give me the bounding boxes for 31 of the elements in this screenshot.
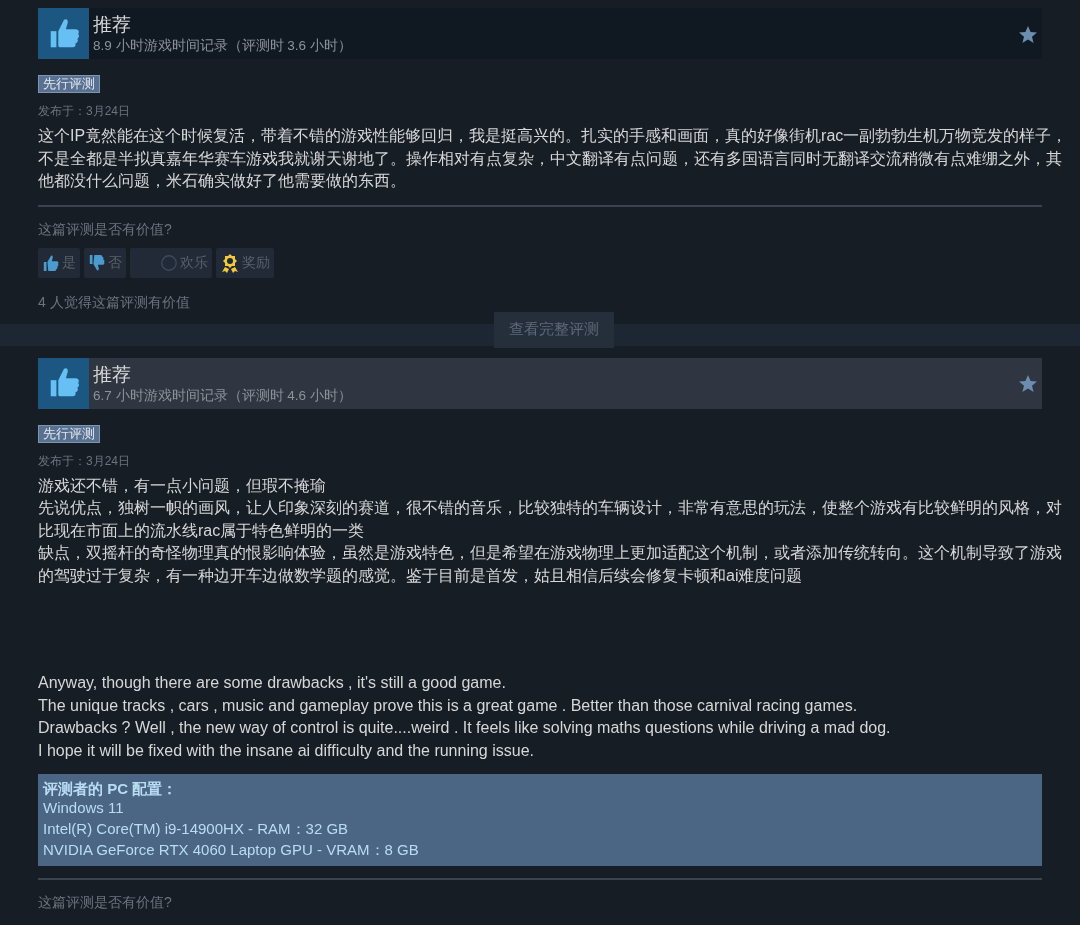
helpful-count: 4 人觉得这篇评测有价值 [38, 292, 191, 312]
thumbs-down-icon [88, 253, 106, 272]
playtime-text: 6.7 小时游戏时间记录（评测时 4.6 小时） [93, 386, 353, 404]
review-paragraph: The unique tracks , cars , music and gameplay prove this is a great game . Better than those carnival racing games. [38, 695, 859, 716]
review-paragraph: 这个IP竟然能在这个时候复活，带着不错的游戏性能够回归，我是挺高兴的。扎实的手感和画面，真的好像街机rac一副勃勃生机万物竞发的样子，不是全都是半拟真嘉年华赛车游戏我就谢天谢地了。操作相对有点复杂，中文翻译有点问题，还有多国语言同时无翻译交流稍微有点难绷之外，其他都没什么问题，米石确实做好了他需要做的东西。 [38, 126, 1068, 191]
early-access-tag: 先行评测 [38, 424, 100, 443]
specs-line: Intel(R) Core(TM) i9-14900HX - RAM：32 GB [43, 819, 350, 839]
thumbs-up-icon [38, 8, 89, 59]
star-icon[interactable] [1018, 374, 1038, 394]
early-access-tag: 先行评测 [38, 75, 100, 93]
post-date: 发布于：3月24日 [38, 452, 132, 469]
specs-line: Windows 11 [43, 798, 125, 818]
specs-title: 评测者的 PC 配置： [43, 780, 179, 797]
verdict-title: 推荐 [93, 362, 132, 387]
specs-line: NVIDIA GeForce RTX 4060 Laptop GPU - VRAM：8 GB [43, 840, 420, 860]
award-icon [220, 252, 240, 273]
review-paragraph: Anyway, though there are some drawbacks , it's still a good game. [38, 673, 507, 693]
star-icon[interactable] [1018, 24, 1038, 45]
verdict-title: 推荐 [93, 13, 132, 37]
thumbs-up-icon [38, 357, 89, 409]
review-paragraph: 先说优点，独树一帜的画风，让人印象深刻的赛道，很不错的音乐，比较独特的车辆设计，非常有意思的玩法，使整个游戏有比较鲜明的风格，对比现在市面上的流水线rac属于特色鲜明的一类 [38, 498, 1063, 541]
playtime-text: 8.9 小时游戏时间记录（评测时 3.6 小时） [93, 37, 353, 54]
post-date: 发布于：3月24日 [38, 103, 132, 119]
review-paragraph: 游戏还不错，有一点小问题，但瑕不掩瑜 [38, 475, 327, 496]
helpful-question: 这篇评测是否有价值? [38, 219, 173, 239]
full-review-button[interactable]: 查看完整评测 [494, 311, 614, 348]
thumbs-up-icon [42, 253, 60, 272]
review-paragraph: 缺点，双摇杆的奇怪物理真的恨影响体验，虽然是游戏特色，但是希望在游戏物理上更加适配这个机制，或者添加传统转向。这个机制导致了游戏的驾驶过于复杂，有一种边开车边做数学题的感觉。鉴于目前是首发，姑且相信后续会修复卡顿和ai难度问题 [38, 543, 1063, 586]
review-paragraph: Drawbacks ? Well , the new way of control is quite....weird . It feels like solving maths questions while driving a mad dog. [38, 718, 892, 738]
helpful-question: 这篇评测是否有价值? [38, 893, 173, 912]
review-paragraph: I hope it will be fixed with the insane ai difficulty and the running issue. [38, 740, 535, 761]
